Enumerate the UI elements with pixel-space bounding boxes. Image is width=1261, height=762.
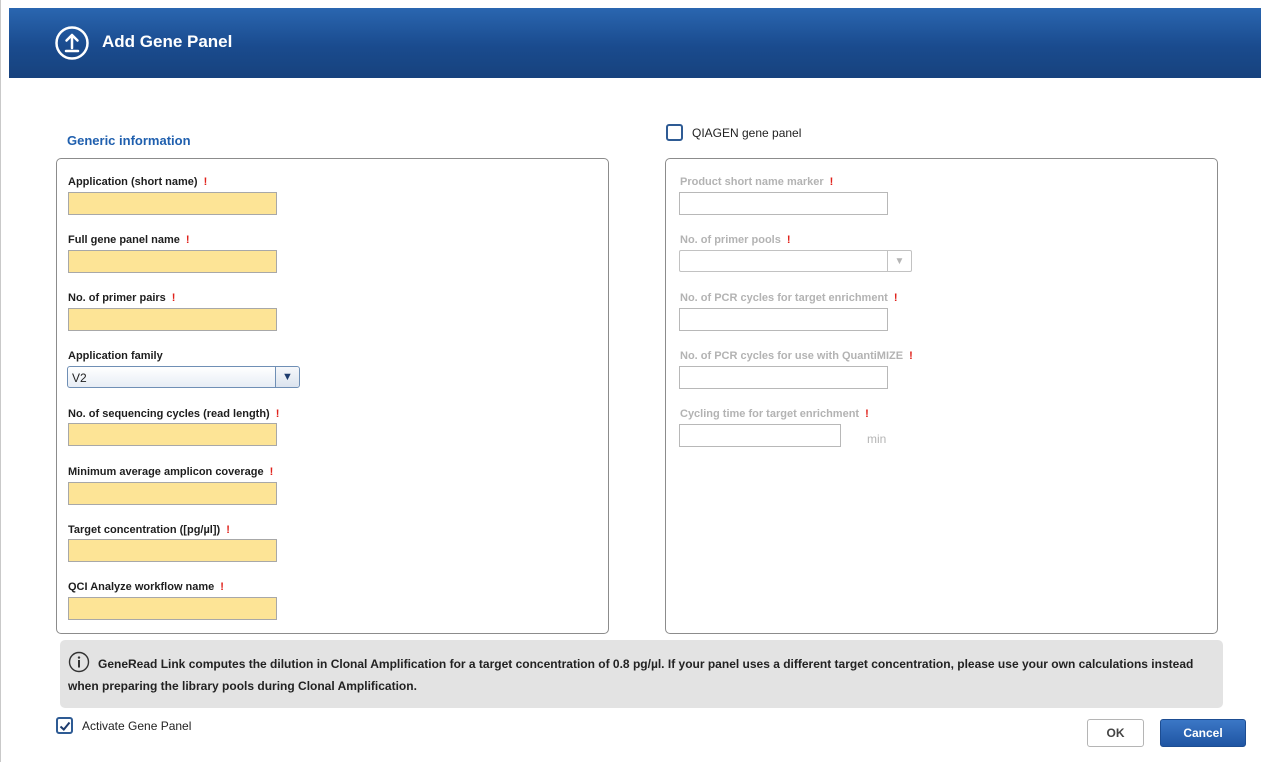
required-marker: !: [185, 234, 190, 246]
qiagen-gene-panel-label: QIAGEN gene panel: [692, 126, 802, 140]
checkmark-icon: [59, 721, 70, 731]
cycling-time-unit: min: [867, 432, 887, 446]
info-message-box: GeneRead Link computes the dilution in C…: [60, 640, 1223, 708]
target-concentration-label: Target concentration ([pg/µl])!: [68, 524, 230, 536]
cancel-button[interactable]: Cancel: [1160, 719, 1246, 747]
application-family-label: Application family: [68, 350, 163, 362]
required-marker: !: [865, 408, 869, 420]
upload-circle-icon: [55, 26, 89, 60]
minimum-coverage-label: Minimum average amplicon coverage!: [68, 466, 274, 478]
generic-information-heading: Generic information: [67, 133, 191, 148]
required-marker: !: [226, 524, 230, 536]
activate-gene-panel-label: Activate Gene Panel: [82, 719, 192, 733]
required-marker: !: [893, 292, 898, 304]
cycling-time-input[interactable]: [679, 424, 841, 447]
sequencing-cycles-input[interactable]: [68, 423, 277, 446]
application-short-name-label: Application (short name)!: [68, 176, 208, 188]
qci-workflow-input[interactable]: [68, 597, 277, 620]
chevron-down-icon[interactable]: ▼: [887, 251, 911, 271]
primer-pools-label: No. of primer pools!: [680, 234, 791, 246]
required-marker: !: [203, 176, 208, 188]
pcr-cycles-target-label: No. of PCR cycles for target enrichment!: [680, 292, 898, 304]
dialog-title: Add Gene Panel: [102, 32, 233, 51]
qiagen-gene-panel-checkbox[interactable]: [666, 124, 683, 141]
ok-button[interactable]: OK: [1087, 719, 1144, 747]
sequencing-cycles-label: No. of sequencing cycles (read length)!: [68, 408, 280, 420]
required-marker: !: [220, 581, 224, 593]
dialog-title-bar: Add Gene Panel: [9, 8, 1261, 78]
add-gene-panel-dialog: Add Gene Panel Generic information Appli…: [0, 0, 1261, 762]
product-marker-input[interactable]: [679, 192, 888, 215]
required-marker: !: [786, 234, 791, 246]
qiagen-gene-panel-section: Product short name marker! No. of primer…: [665, 158, 1218, 634]
application-family-value: V2: [72, 371, 87, 385]
chevron-down-icon[interactable]: ▼: [275, 367, 299, 387]
info-message-text: GeneRead Link computes the dilution in C…: [68, 657, 1194, 693]
application-short-name-input[interactable]: [68, 192, 277, 215]
full-gene-panel-name-input[interactable]: [68, 250, 277, 273]
product-marker-label: Product short name marker!: [680, 176, 834, 188]
full-gene-panel-name-label: Full gene panel name!: [68, 234, 190, 246]
minimum-coverage-input[interactable]: [68, 482, 277, 505]
generic-information-panel: Application (short name)! Full gene pane…: [56, 158, 609, 634]
pcr-cycles-quantimize-input[interactable]: [679, 366, 888, 389]
required-marker: !: [171, 292, 176, 304]
required-marker: !: [909, 350, 913, 362]
activate-gene-panel-checkbox[interactable]: [56, 717, 73, 734]
pcr-cycles-target-input[interactable]: [679, 308, 888, 331]
application-family-select[interactable]: V2 ▼: [67, 366, 300, 388]
primer-pools-select[interactable]: ▼: [679, 250, 912, 272]
qci-workflow-label: QCI Analyze workflow name!: [68, 581, 224, 593]
required-marker: !: [269, 466, 274, 478]
primer-pairs-label: No. of primer pairs!: [68, 292, 176, 304]
primer-pairs-input[interactable]: [68, 308, 277, 331]
required-marker: !: [829, 176, 834, 188]
cycling-time-label: Cycling time for target enrichment!: [680, 408, 869, 420]
required-marker: !: [275, 408, 280, 420]
target-concentration-input[interactable]: [68, 539, 277, 562]
pcr-cycles-quantimize-label: No. of PCR cycles for use with QuantiMIZ…: [680, 350, 913, 362]
